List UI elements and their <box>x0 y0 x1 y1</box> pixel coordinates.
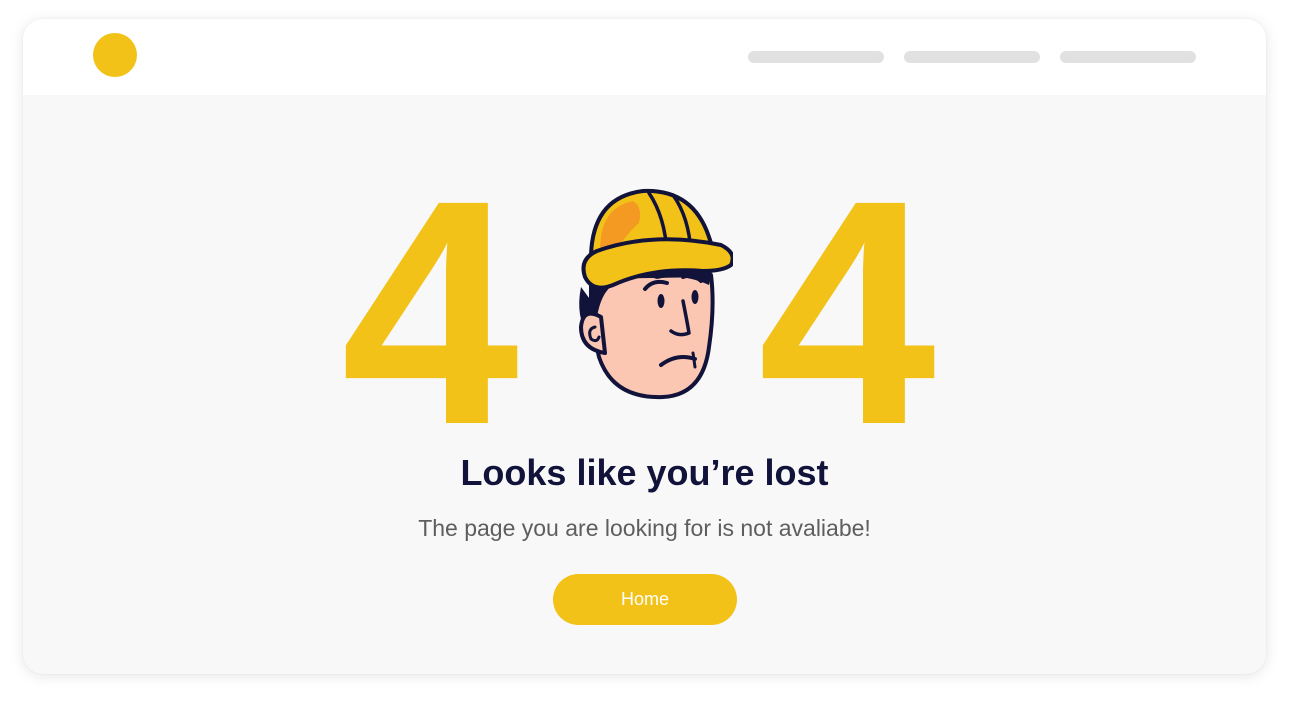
logo-icon[interactable] <box>93 33 137 77</box>
error-digit-right: 4 <box>758 133 936 491</box>
nav-placeholder-3[interactable] <box>1060 51 1196 63</box>
error-digit-left: 4 <box>341 133 519 491</box>
home-button[interactable]: Home <box>553 574 737 625</box>
header-bar <box>23 19 1266 95</box>
nav-placeholder-2[interactable] <box>904 51 1040 63</box>
page-title: Looks like you’re lost <box>460 452 829 493</box>
construction-worker-icon <box>579 188 733 400</box>
browser-window: 4 4 Looks like you’re lost The page you <box>23 19 1266 674</box>
nav-placeholder-1[interactable] <box>748 51 884 63</box>
page-subtitle: The page you are looking for is not aval… <box>418 515 871 541</box>
